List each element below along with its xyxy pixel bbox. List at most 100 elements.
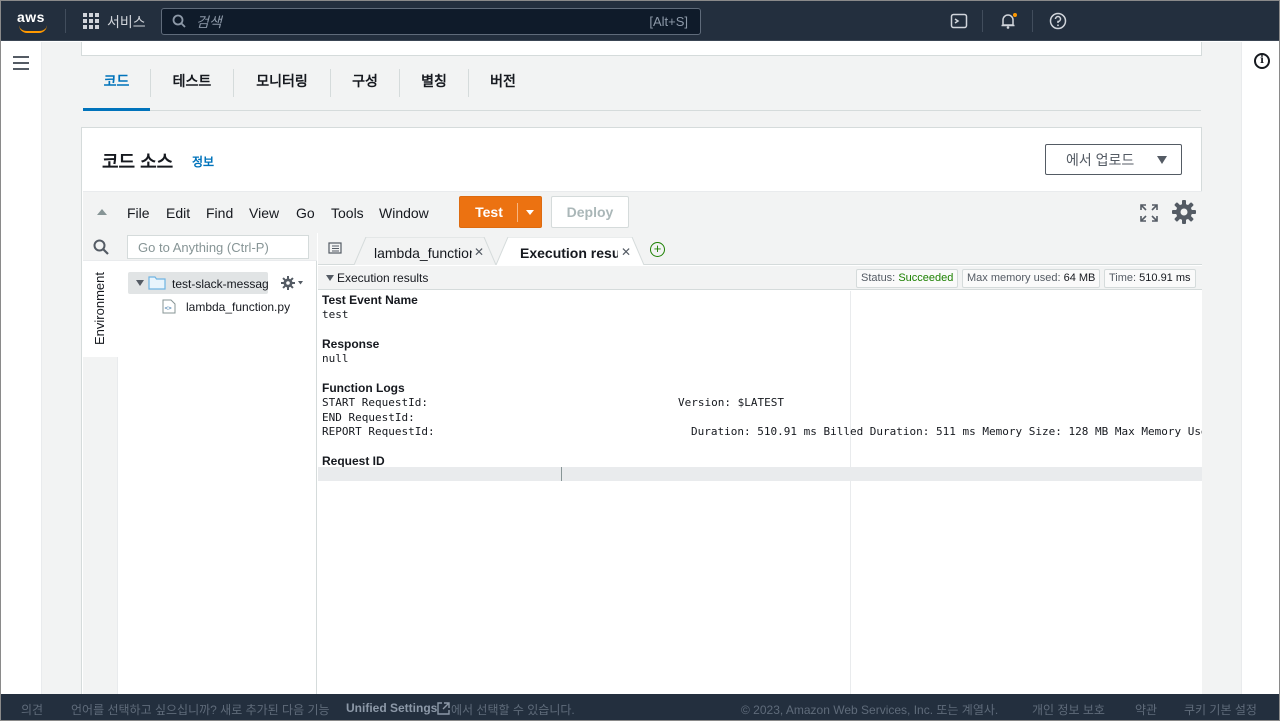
editor-tab-title: lambda_function.: [374, 245, 472, 261]
help-icon[interactable]: [1049, 12, 1067, 30]
fullscreen-icon[interactable]: [1139, 203, 1159, 223]
test-options-dropdown[interactable]: [518, 197, 542, 227]
test-button[interactable]: Test: [459, 196, 542, 228]
time-value: 510.91 ms: [1139, 272, 1191, 284]
close-icon[interactable]: ✕: [621, 245, 631, 259]
aws-logo[interactable]: aws: [17, 9, 53, 33]
response-value: null: [322, 352, 349, 365]
search-input[interactable]: [196, 12, 596, 32]
deploy-button[interactable]: Deploy: [551, 196, 629, 228]
card-title: 코드 소스: [102, 152, 174, 172]
test-event-value: test: [322, 308, 349, 321]
services-menu[interactable]: 서비스: [107, 12, 146, 32]
menu-edit[interactable]: Edit: [166, 205, 190, 221]
tab-versions[interactable]: 버전: [469, 61, 537, 111]
footer: 의견 언어를 선택하고 싶으십니까? 새로 추가된 다음 기능 Unified …: [1, 694, 1279, 720]
expand-triangle-icon: [136, 280, 144, 286]
tab-test[interactable]: 테스트: [151, 61, 233, 111]
menu-file[interactable]: File: [127, 205, 150, 221]
cloudshell-icon[interactable]: [950, 12, 968, 30]
menu-go[interactable]: Go: [296, 205, 315, 221]
environment-tab[interactable]: Environment: [83, 261, 118, 357]
search-shortcut: [Alt+S]: [649, 14, 688, 29]
menu-tools[interactable]: Tools: [331, 205, 364, 221]
memory-label: Max memory used:: [967, 272, 1061, 284]
copyright: © 2023, Amazon Web Services, Inc. 또는 계열사…: [741, 703, 999, 717]
print-margin-line: [850, 291, 851, 695]
editor-area: lambda_function. ✕ Execution results ✕ +…: [318, 233, 1202, 695]
log-report-detail: Duration: 510.91 ms Billed Duration: 511…: [691, 425, 1202, 438]
upload-from-button[interactable]: 에서 업로드: [1045, 144, 1182, 175]
folder-icon: [148, 276, 166, 290]
tab-list-icon[interactable]: [328, 241, 342, 255]
svg-text:<>: <>: [165, 305, 173, 312]
ide-menubar: File Edit Find View Go Tools Window Test…: [83, 191, 1202, 233]
previous-card-edge: [81, 42, 1202, 56]
nav-divider: [982, 10, 983, 32]
function-logs-heading: Function Logs: [322, 381, 405, 395]
tab-code[interactable]: 코드: [83, 61, 150, 111]
tab-monitoring[interactable]: 모니터링: [234, 61, 330, 111]
services-grid-icon[interactable]: [83, 13, 99, 29]
menu-view[interactable]: View: [249, 205, 279, 221]
add-tab-icon[interactable]: +: [650, 242, 665, 257]
browser-frame: aws 서비스 [Alt+S] i 코드 테스트 모니터링 구성 별칭: [0, 0, 1280, 721]
left-rail: [1, 42, 42, 694]
language-prompt: 언어를 선택하고 싶으십니까? 새로 추가된 다음 기능: [71, 703, 330, 717]
unified-settings-link[interactable]: Unified Settings: [346, 701, 437, 715]
editor-tab-execution-results[interactable]: Execution results ✕: [496, 237, 644, 265]
tab-configuration[interactable]: 구성: [331, 61, 399, 111]
cookie-preferences-link[interactable]: 쿠키 기본 설정: [1184, 701, 1257, 718]
menu-icon[interactable]: [13, 56, 29, 70]
test-button-label: Test: [475, 204, 503, 220]
environment-strip: Environment: [83, 233, 118, 695]
goto-anything-input[interactable]: [127, 235, 309, 259]
bell-icon[interactable]: [999, 12, 1017, 30]
settings-gear-icon[interactable]: [1171, 199, 1197, 225]
test-event-heading: Test Event Name: [322, 293, 418, 307]
info-link[interactable]: 정보: [192, 153, 214, 170]
menu-find[interactable]: Find: [206, 205, 233, 221]
collapse-triangle-icon[interactable]: [326, 275, 334, 281]
results-header-label: Execution results: [337, 271, 429, 285]
tab-aliases[interactable]: 별칭: [400, 61, 468, 111]
memory-value: 64 MB: [1063, 272, 1096, 284]
log-start-version: Version: $LATEST: [678, 396, 784, 409]
collapse-icon[interactable]: [97, 209, 107, 215]
external-link-icon: [437, 702, 450, 715]
global-search[interactable]: [Alt+S]: [161, 8, 701, 35]
file-name: lambda_function.py: [186, 300, 291, 314]
language-suffix: 에서 선택할 수 있습니다.: [451, 703, 575, 717]
log-end: END RequestId:: [322, 411, 415, 424]
log-start: START RequestId:: [322, 396, 428, 409]
caret-down-icon: [526, 210, 534, 215]
text-cursor: [561, 467, 562, 481]
close-icon[interactable]: ✕: [474, 245, 484, 259]
request-id-heading: Request ID: [322, 454, 385, 468]
aws-logo-text: aws: [17, 9, 45, 25]
environment-label: Environment: [92, 272, 107, 345]
tree-folder[interactable]: test-slack-messages: [128, 272, 268, 294]
folder-name: test-slack-messages: [172, 277, 268, 291]
status-value: Succeeded: [898, 272, 954, 284]
nav-divider: [65, 9, 66, 33]
upload-from-label: 에서 업로드: [1066, 151, 1135, 168]
time-label: Time:: [1109, 272, 1137, 284]
request-id-row: [318, 467, 1202, 481]
search-icon[interactable]: [93, 239, 109, 255]
nav-divider: [1032, 10, 1033, 32]
tree-settings-icon[interactable]: [280, 275, 304, 291]
menu-window[interactable]: Window: [379, 205, 429, 221]
feedback-link[interactable]: 의견: [21, 701, 43, 718]
right-rail: i: [1241, 42, 1279, 694]
python-file-icon: <>: [162, 299, 176, 314]
editor-tab-lambda-function[interactable]: lambda_function. ✕: [354, 237, 496, 265]
terms-link[interactable]: 약관: [1135, 701, 1157, 718]
execution-results-header: Execution results Status: Succeeded Max …: [318, 266, 1202, 290]
info-icon[interactable]: i: [1254, 53, 1270, 69]
ide-body: Environment test-slack-messages <> lambd…: [83, 233, 1202, 695]
privacy-link[interactable]: 개인 정보 보호: [1032, 701, 1105, 718]
code-source-card: 코드 소스 정보 에서 업로드 File Edit Find View Go T…: [81, 127, 1202, 695]
status-badge: Status: Succeeded: [856, 269, 959, 288]
goto-bar: [83, 233, 317, 261]
